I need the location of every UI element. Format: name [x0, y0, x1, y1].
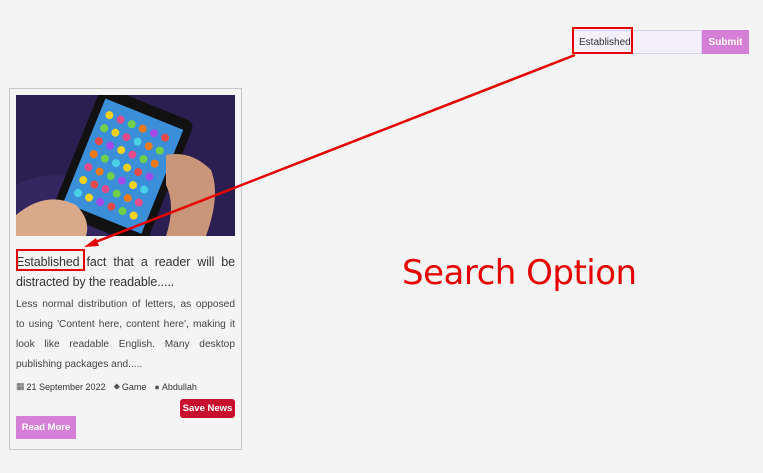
meta-date-text: 21 September 2022 [26, 381, 106, 392]
annotation-label: Search Option [402, 253, 637, 293]
news-image[interactable] [16, 95, 235, 236]
tag-icon: ⬥ [113, 381, 120, 391]
news-meta: ▦ 21 September 2022 ⬥ Game ● Abdullah [16, 381, 235, 392]
meta-author[interactable]: ● Abdullah [154, 382, 196, 392]
search-input[interactable] [572, 30, 702, 54]
user-icon: ● [154, 381, 160, 392]
calendar-icon: ▦ [16, 381, 25, 391]
meta-category-text: Game [121, 381, 147, 392]
save-news-button[interactable]: Save News [180, 399, 235, 418]
news-excerpt: Less normal distribution of letters, as … [16, 299, 235, 370]
phone-game-illustration [16, 95, 235, 236]
news-card: Established fact that a reader will be d… [9, 88, 242, 450]
submit-button[interactable]: Submit [702, 30, 749, 54]
meta-author-text: Abdullah [161, 381, 197, 392]
read-more-button[interactable]: Read More [16, 416, 76, 439]
search-form: Submit [572, 30, 749, 54]
meta-category[interactable]: ⬥ Game [114, 381, 147, 392]
meta-date: ▦ 21 September 2022 [16, 381, 106, 392]
news-title[interactable]: Established fact that a reader will be d… [16, 252, 235, 292]
